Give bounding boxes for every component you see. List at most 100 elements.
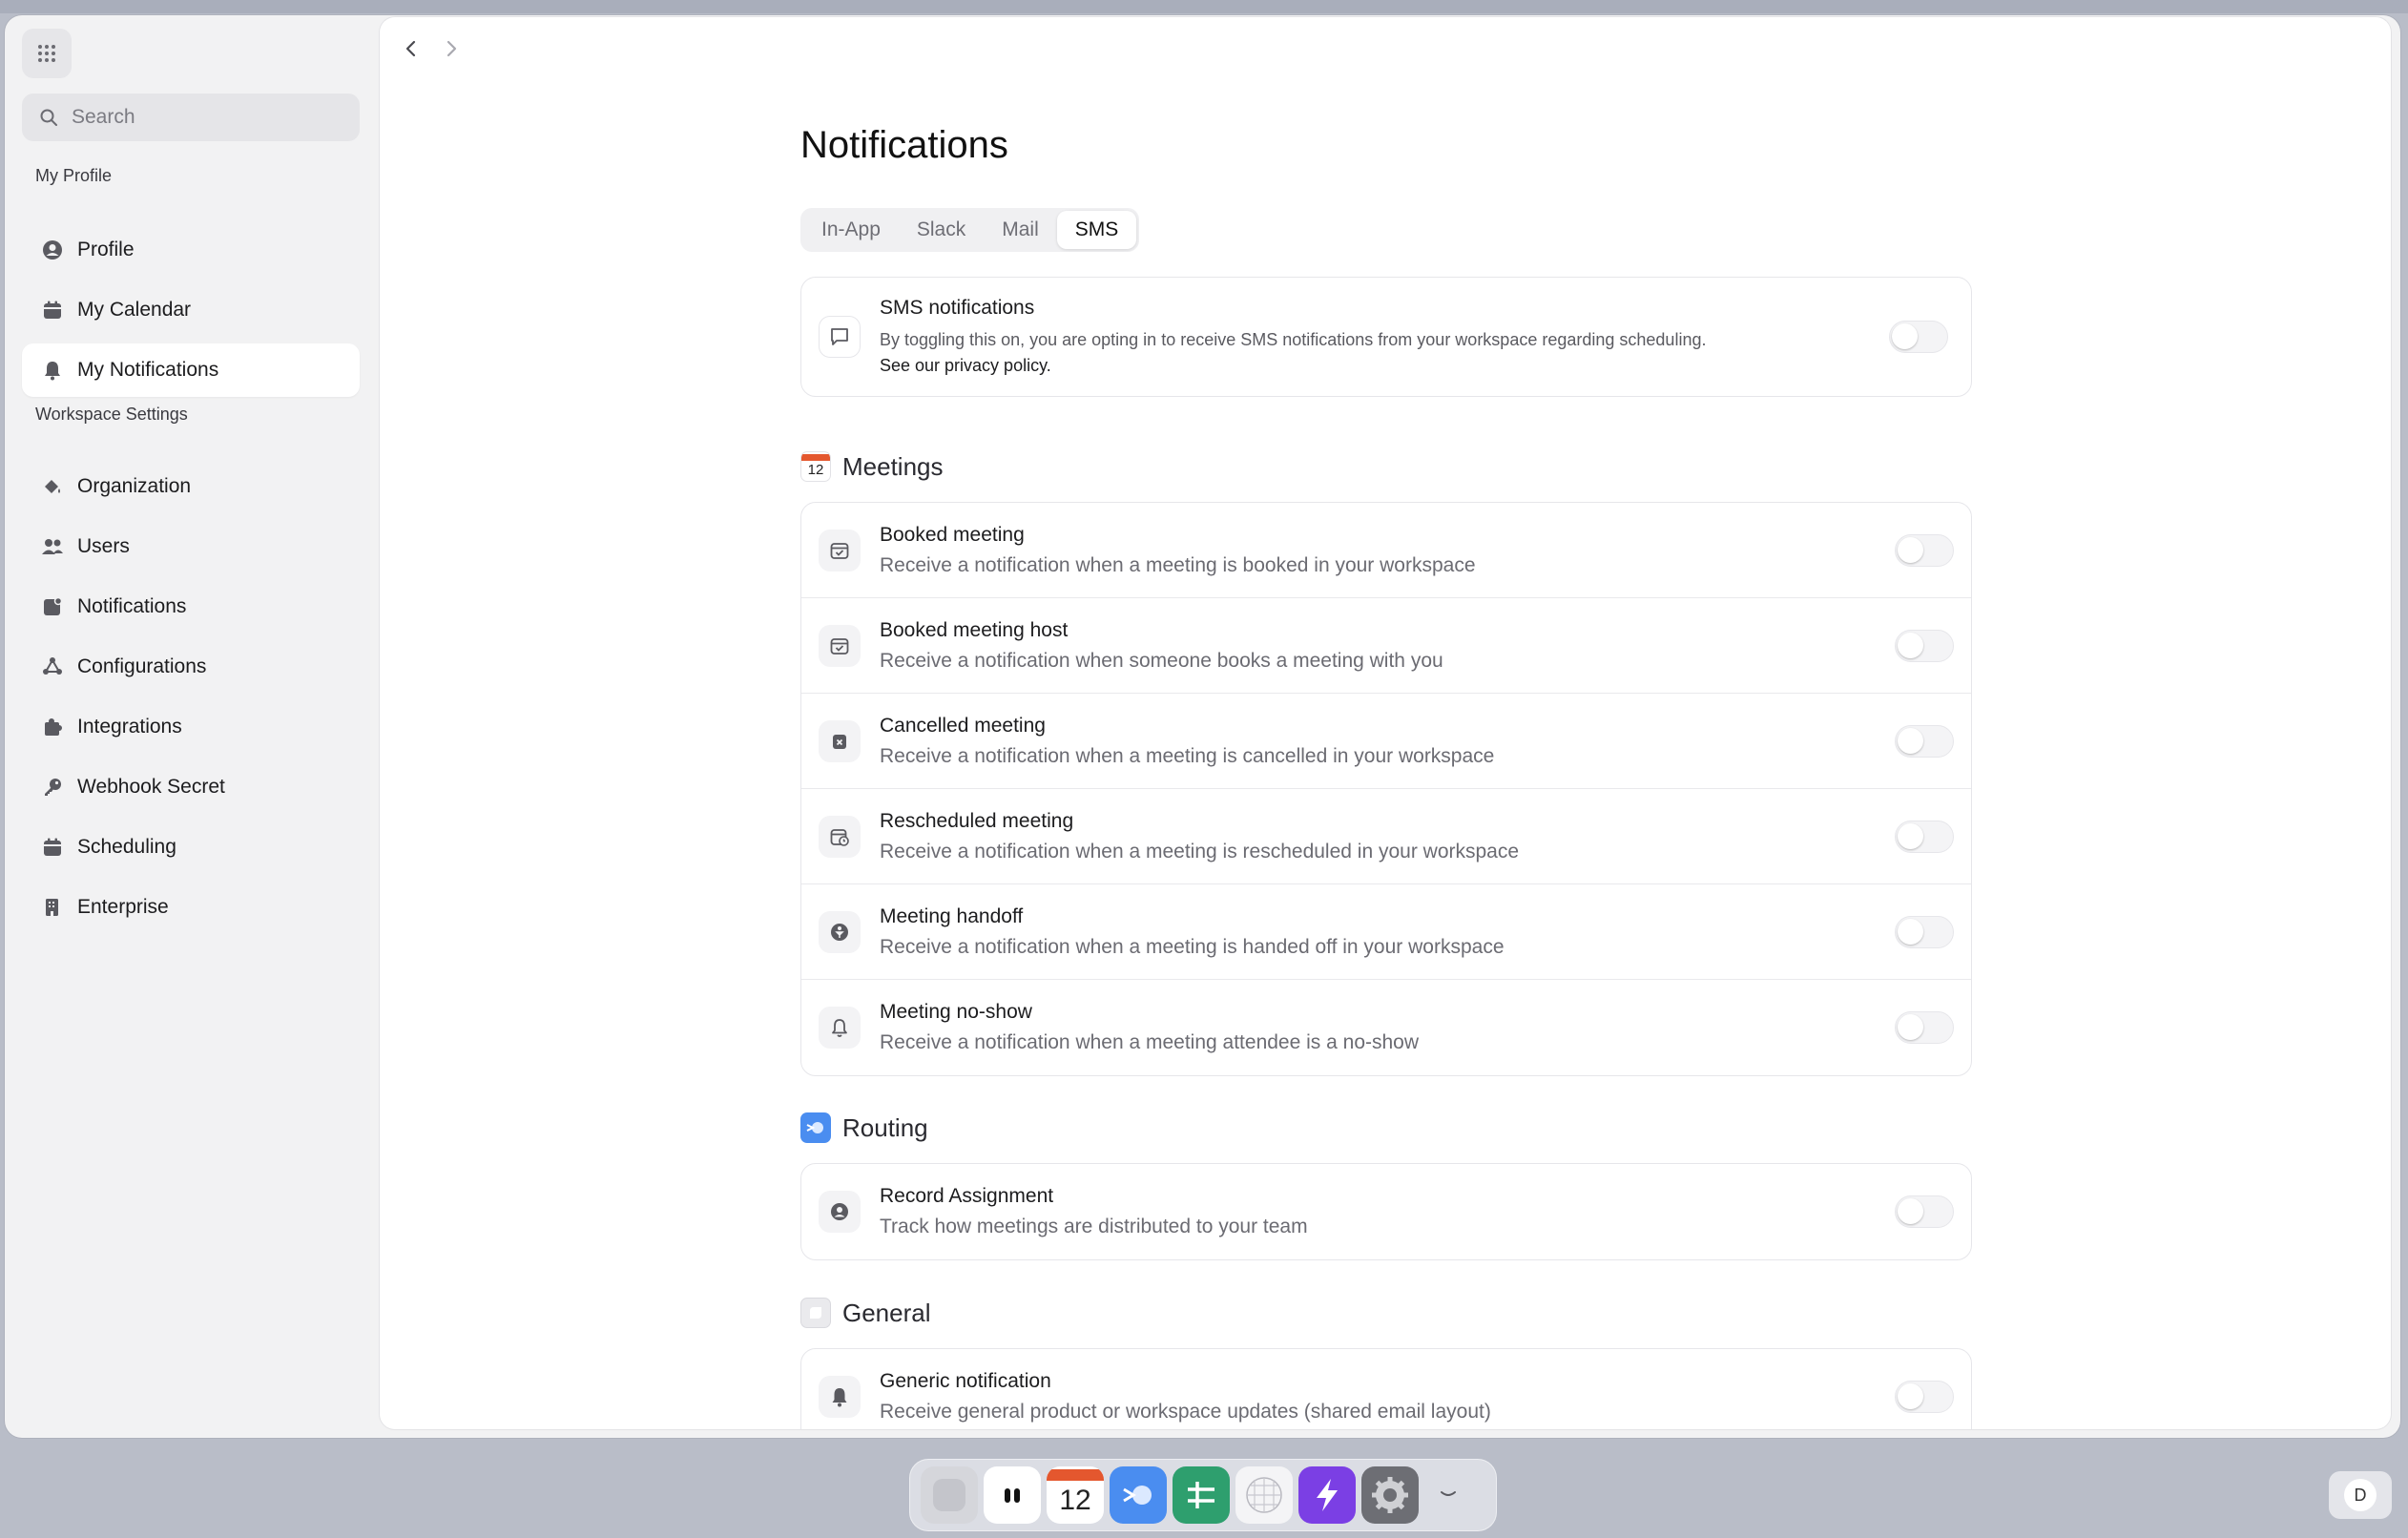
dock-app-bolt[interactable] (1298, 1466, 1356, 1524)
key-icon (41, 776, 64, 799)
sidebar-item-label: Integrations (77, 716, 182, 738)
booked-meeting-toggle[interactable] (1895, 534, 1954, 567)
list-item: Rescheduled meeting Receive a notificati… (801, 789, 1971, 884)
tab-sms[interactable]: SMS (1056, 211, 1137, 249)
calendar-check-icon (819, 625, 861, 667)
sidebar-item-label: Profile (77, 239, 135, 260)
sms-opt-in-card: SMS notifications By toggling this on, y… (800, 277, 1972, 397)
grid-icon (38, 45, 55, 62)
rescheduled-meeting-toggle[interactable] (1895, 821, 1954, 853)
row-description: Receive a notification when a meeting is… (880, 936, 1505, 958)
tab-in-app[interactable]: In-App (803, 211, 899, 249)
calendar-icon (41, 836, 64, 859)
section-title-general: General (842, 1298, 931, 1327)
row-description: Receive a notification when someone book… (880, 650, 1443, 672)
sidebar-item-users[interactable]: Users (22, 520, 360, 573)
bell-icon (819, 1007, 861, 1049)
list-item: Cancelled meeting Receive a notification… (801, 694, 1971, 789)
dock-app-routing[interactable] (1110, 1466, 1167, 1524)
chevron-down-icon (1441, 1491, 1456, 1496)
record-assignment-toggle[interactable] (1895, 1195, 1954, 1228)
calendar-x-icon (819, 720, 861, 762)
dock-app-launcher[interactable] (921, 1466, 978, 1524)
back-button[interactable] (401, 38, 422, 64)
dock-calendar-date: 12 (1059, 1485, 1091, 1516)
sidebar-item-label: My Calendar (77, 299, 192, 321)
generic-notification-toggle[interactable] (1895, 1381, 1954, 1413)
privacy-policy-link[interactable]: See our privacy policy. (880, 356, 1051, 376)
sidebar-item-organization[interactable]: Organization (22, 460, 360, 513)
meeting-handoff-toggle[interactable] (1895, 916, 1954, 948)
meeting-no-show-toggle[interactable] (1895, 1011, 1954, 1044)
blank-app-icon (933, 1479, 965, 1511)
main-content: Notifications In-App Slack Mail SMS SMS … (380, 17, 2391, 1429)
sidebar-item-enterprise[interactable]: Enterprise (22, 881, 360, 934)
dock-app-spreadsheet[interactable] (1173, 1466, 1230, 1524)
tab-mail[interactable]: Mail (984, 211, 1057, 249)
routing-icon (1123, 1486, 1152, 1505)
dock-expand-button[interactable] (1424, 1466, 1472, 1524)
dock-app-pause[interactable] (984, 1466, 1041, 1524)
globe-grid-icon (1246, 1477, 1282, 1513)
table-icon (1188, 1482, 1214, 1508)
app-window: Search My Profile Profile My Calendar My… (5, 15, 2400, 1438)
dock-app-settings[interactable] (1361, 1466, 1419, 1524)
tab-slack[interactable]: Slack (899, 211, 984, 249)
bell-icon (819, 1376, 861, 1418)
row-title: Booked meeting (880, 524, 1025, 546)
sidebar-item-label: My Notifications (77, 359, 219, 381)
dock-app-calendar[interactable]: 12 (1047, 1466, 1104, 1524)
sidebar-item-configurations[interactable]: Configurations (22, 640, 360, 694)
sidebar-item-label: Scheduling (77, 836, 176, 858)
row-title: Record Assignment (880, 1185, 1054, 1207)
page-title: Notifications (800, 124, 1008, 166)
dock-app-globe[interactable] (1235, 1466, 1293, 1524)
list-item: Record Assignment Track how meetings are… (801, 1164, 1971, 1259)
chevron-left-icon (405, 40, 416, 57)
sidebar-item-integrations[interactable]: Integrations (22, 700, 360, 754)
booked-meeting-host-toggle[interactable] (1895, 630, 1954, 662)
sms-description: By toggling this on, you are opting in t… (880, 330, 1707, 349)
user-avatar-button[interactable]: D (2329, 1471, 2392, 1519)
search-input[interactable]: Search (22, 94, 360, 141)
routing-app-icon (800, 1112, 831, 1143)
sidebar-item-label: Notifications (77, 595, 187, 617)
section-label-my-profile: My Profile (35, 166, 113, 185)
row-title: Cancelled meeting (880, 715, 1046, 737)
row-title: Generic notification (880, 1370, 1051, 1392)
list-item: Meeting no-show Receive a notification w… (801, 980, 1971, 1075)
notification-badge-icon (41, 595, 64, 618)
cancelled-meeting-toggle[interactable] (1895, 725, 1954, 758)
sidebar-item-label: Users (77, 535, 130, 557)
routing-section-header: Routing (800, 1112, 928, 1143)
nodes-icon (41, 655, 64, 678)
list-item: Generic notification Receive general pro… (801, 1349, 1971, 1429)
sidebar-item-my-notifications[interactable]: My Notifications (22, 343, 360, 397)
gear-icon (1372, 1477, 1408, 1513)
paint-bucket-icon (41, 475, 64, 498)
sidebar-item-profile[interactable]: Profile (22, 223, 360, 277)
bell-icon (41, 359, 64, 382)
app-grid-button[interactable] (22, 29, 72, 78)
general-card: Generic notification Receive general pro… (800, 1348, 1972, 1429)
general-app-icon (800, 1298, 831, 1328)
sms-title: SMS notifications (880, 297, 1035, 319)
row-description: Receive a notification when a meeting at… (880, 1031, 1420, 1053)
sms-toggle[interactable] (1889, 321, 1948, 353)
history-nav (401, 38, 462, 64)
calendar-check-icon (819, 530, 861, 572)
chevron-right-icon (446, 40, 457, 57)
forward-button[interactable] (441, 38, 462, 64)
sidebar-item-webhook-secret[interactable]: Webhook Secret (22, 760, 360, 814)
section-title-routing: Routing (842, 1112, 928, 1142)
sidebar-item-scheduling[interactable]: Scheduling (22, 821, 360, 874)
sidebar-item-notifications[interactable]: Notifications (22, 580, 360, 634)
building-icon (41, 896, 64, 919)
desktop-top-strip (0, 0, 2408, 13)
sidebar-item-my-calendar[interactable]: My Calendar (22, 283, 360, 337)
calendar-date-badge: 12 (807, 461, 824, 478)
sidebar-item-label: Enterprise (77, 896, 169, 918)
row-title: Meeting no-show (880, 1001, 1032, 1023)
list-item: Booked meeting host Receive a notificati… (801, 598, 1971, 694)
search-placeholder: Search (72, 106, 135, 128)
